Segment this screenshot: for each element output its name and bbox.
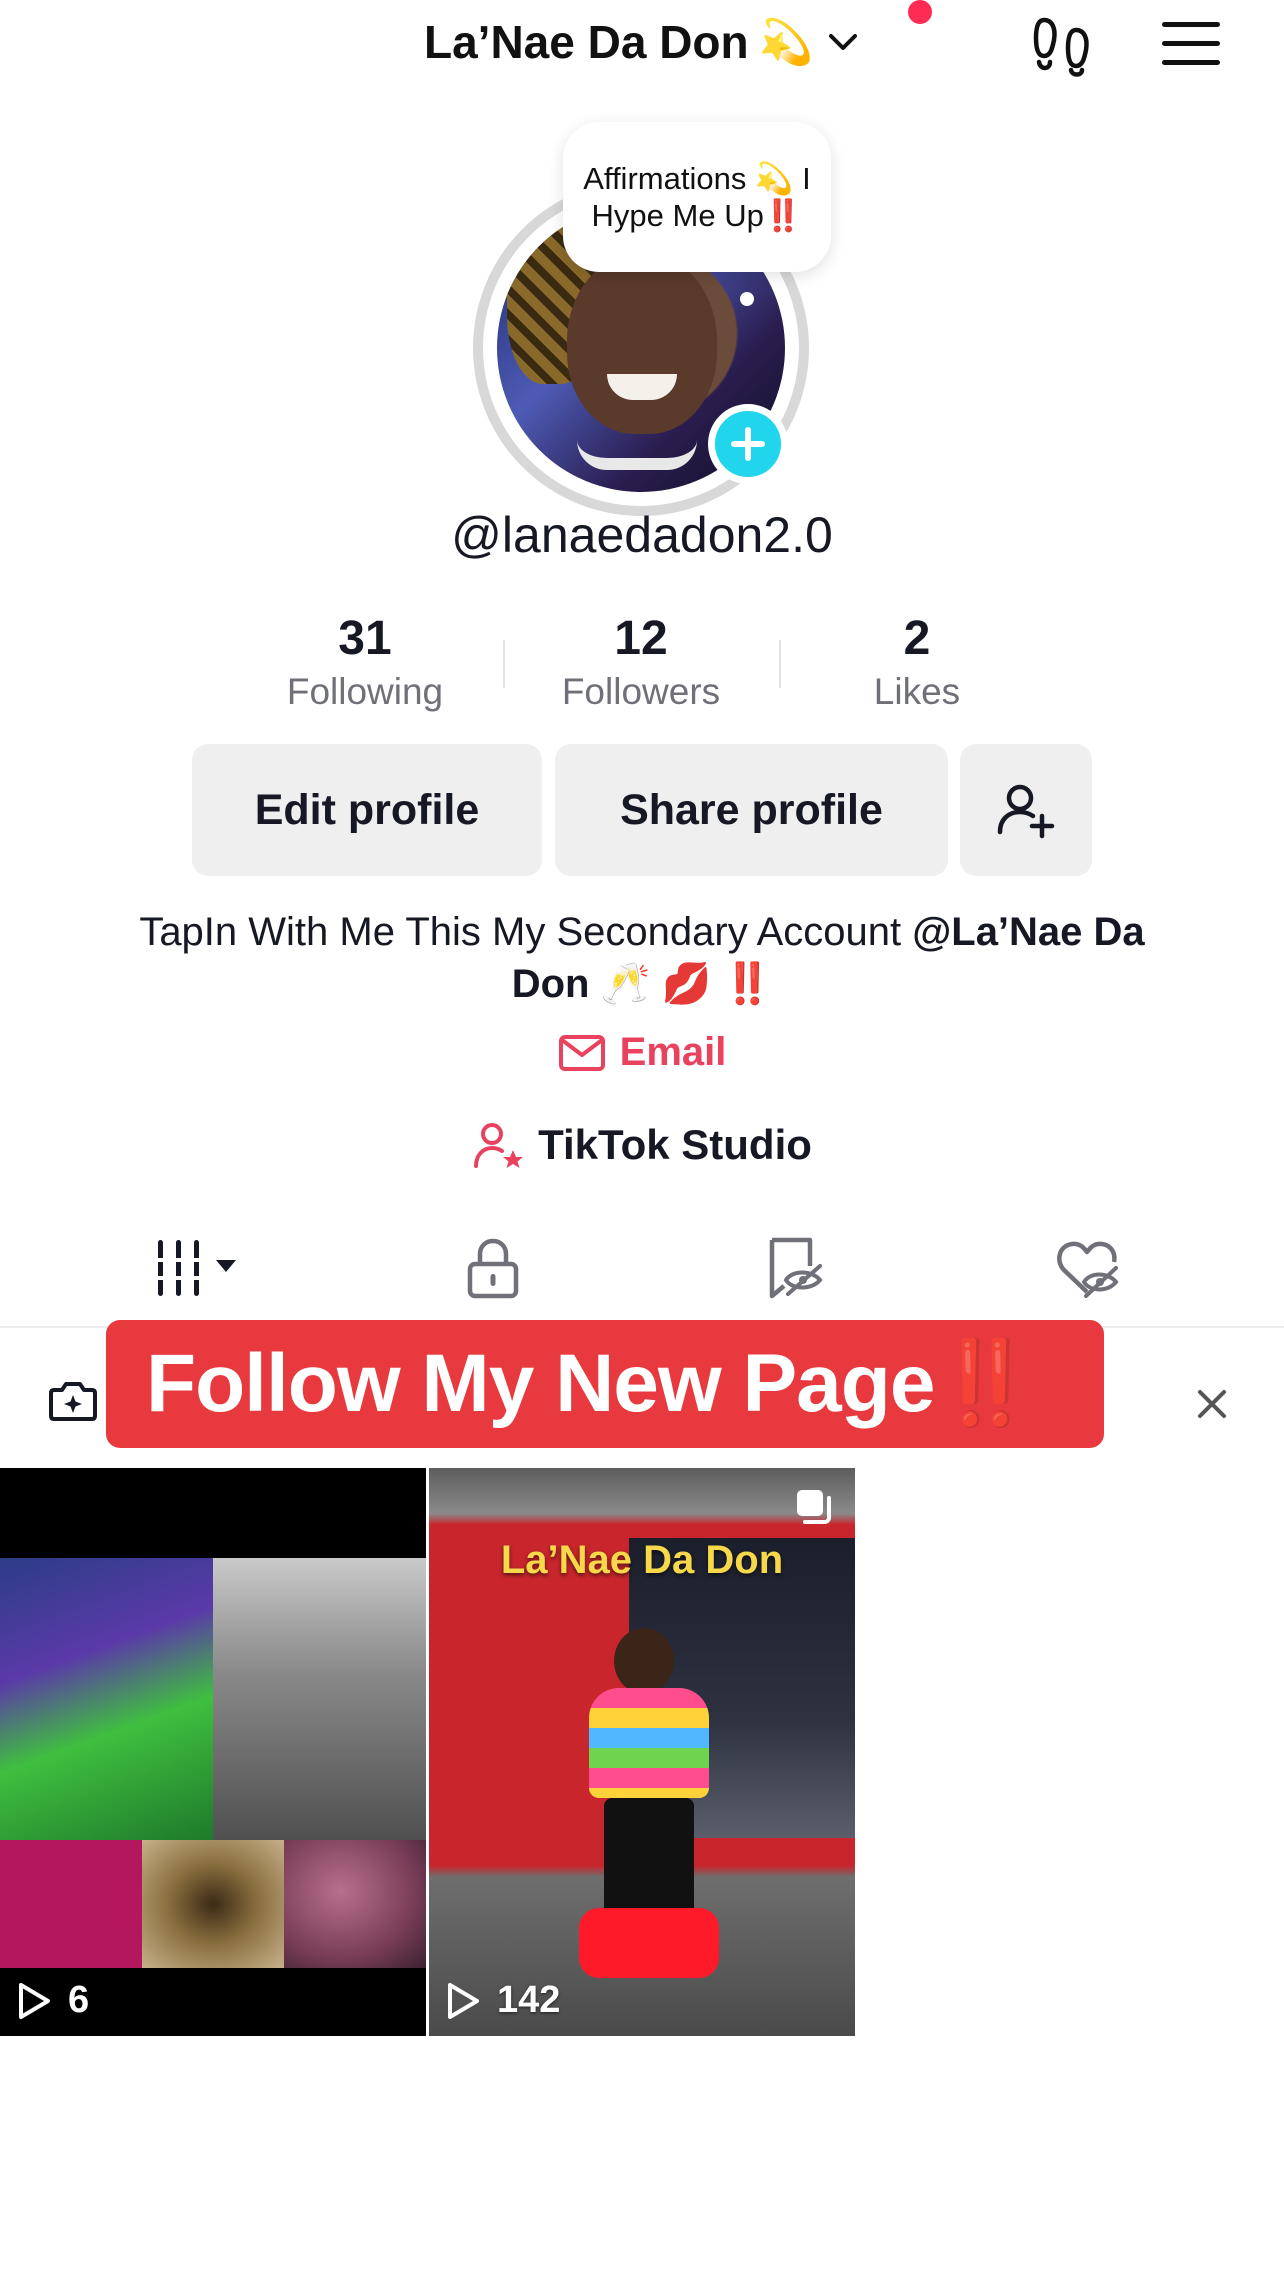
multi-clip-icon bbox=[797, 1490, 831, 1524]
menu-icon[interactable] bbox=[1160, 18, 1222, 70]
profile-name: La’Nae Da Don bbox=[424, 16, 749, 68]
mail-icon bbox=[558, 1034, 605, 1071]
tab-videos[interactable] bbox=[150, 1236, 250, 1300]
banner-text: Follow My New Page‼️ bbox=[146, 1338, 1037, 1429]
bio: TapIn With Me This My Secondary Account … bbox=[110, 906, 1174, 1010]
tab-private[interactable] bbox=[460, 1236, 526, 1300]
profile-switcher[interactable]: La’Nae Da Don 💫 bbox=[424, 10, 863, 74]
hidden-bookmark-icon bbox=[769, 1237, 823, 1299]
grid-icon bbox=[152, 1240, 236, 1296]
tab-liked[interactable] bbox=[1054, 1236, 1120, 1300]
likes-label: Likes bbox=[873, 671, 961, 712]
stat-likes[interactable]: 2 Likes bbox=[807, 610, 1027, 716]
note-bubble[interactable]: Affirmations 💫 I Hype Me Up‼️ bbox=[563, 122, 831, 272]
follow-new-page-banner: Follow My New Page‼️ bbox=[106, 1320, 1104, 1448]
add-friend-button[interactable] bbox=[960, 744, 1092, 876]
close-icon[interactable] bbox=[1192, 1384, 1232, 1424]
video-caption: La’Nae Da Don bbox=[500, 1538, 784, 1582]
email-label: Email bbox=[619, 1030, 727, 1074]
bubble-tail bbox=[740, 292, 754, 306]
followers-label: Followers bbox=[561, 671, 721, 712]
note-text: Affirmations 💫 I Hype Me Up‼️ bbox=[583, 161, 811, 233]
video-thumbnail[interactable]: 6 bbox=[0, 1468, 426, 2036]
stat-divider bbox=[503, 640, 505, 688]
stat-divider bbox=[779, 640, 781, 688]
play-icon bbox=[19, 1982, 50, 2019]
profile-emoji: 💫 bbox=[758, 18, 814, 67]
tiktok-studio-link[interactable]: TikTok Studio bbox=[0, 1120, 1284, 1170]
plus-icon bbox=[731, 427, 765, 461]
email-link[interactable]: Email bbox=[0, 1030, 1284, 1075]
view-count-value: 6 bbox=[68, 1979, 90, 2021]
video-thumbnail[interactable]: La’Nae Da Don 142 bbox=[429, 1468, 855, 2036]
bio-text: TapIn With Me This My Secondary Account bbox=[139, 910, 913, 954]
view-count: 6 bbox=[16, 1979, 89, 2022]
following-count: 31 bbox=[338, 612, 392, 665]
studio-label: TikTok Studio bbox=[538, 1121, 812, 1168]
add-user-icon bbox=[997, 784, 1055, 839]
notification-dot bbox=[908, 0, 932, 24]
bio-emojis: 🥂 💋 ‼️ bbox=[589, 962, 773, 1006]
hidden-heart-icon bbox=[1057, 1241, 1119, 1298]
following-label: Following bbox=[286, 671, 444, 712]
tab-favorites[interactable] bbox=[762, 1236, 828, 1300]
view-count: 142 bbox=[445, 1979, 560, 2022]
view-count-value: 142 bbox=[497, 1979, 561, 2021]
username: @lanaedadon2.0 bbox=[451, 507, 833, 563]
footprint-icon[interactable] bbox=[1030, 12, 1096, 78]
followers-count: 12 bbox=[614, 612, 668, 665]
sparkle-camera-icon[interactable] bbox=[48, 1376, 98, 1424]
play-icon bbox=[448, 1982, 479, 2019]
likes-count: 2 bbox=[903, 612, 931, 665]
stat-following[interactable]: 31 Following bbox=[255, 610, 475, 716]
lock-icon bbox=[467, 1238, 519, 1299]
stat-followers[interactable]: 12 Followers bbox=[531, 610, 751, 716]
share-profile-button[interactable]: Share profile bbox=[555, 744, 948, 876]
chevron-down-icon bbox=[829, 34, 858, 50]
add-story-button[interactable] bbox=[708, 404, 788, 484]
creator-star-icon bbox=[474, 1123, 524, 1168]
edit-profile-button[interactable]: Edit profile bbox=[192, 744, 542, 876]
